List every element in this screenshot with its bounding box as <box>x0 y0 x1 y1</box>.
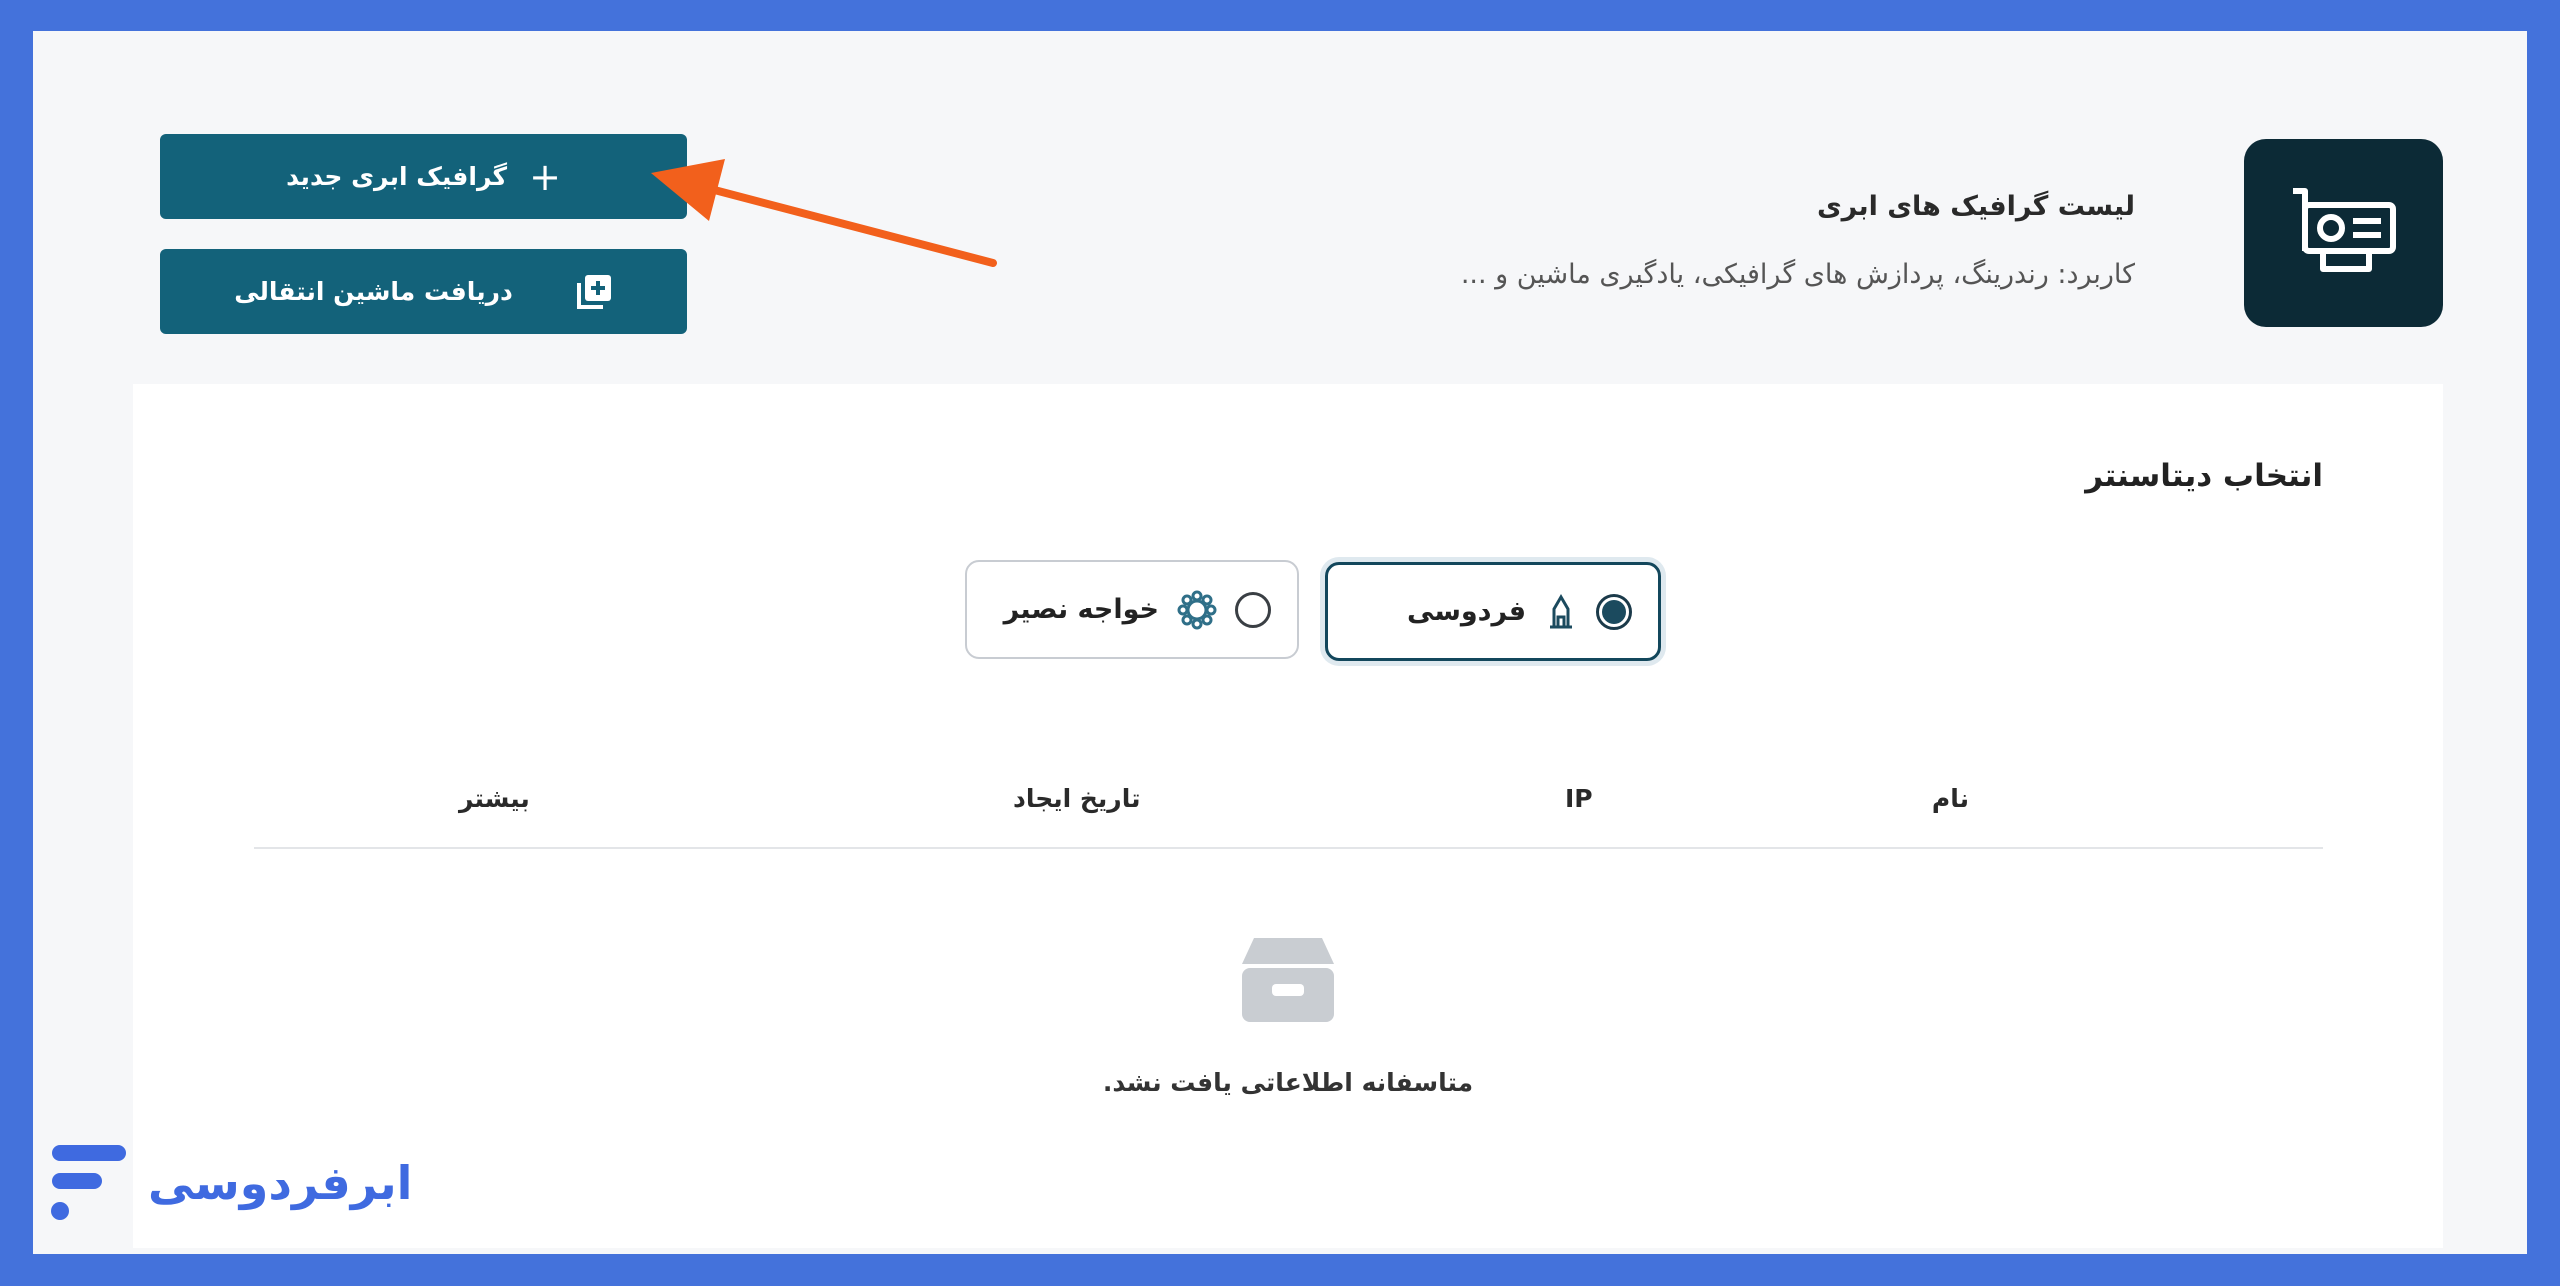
empty-state-message: متاسفانه اطلاعاتی یافت نشد. <box>1102 1068 1474 1097</box>
datacenter-card: انتخاب دیتاسنتر فردوسی خواجه نصیر نام IP… <box>133 384 2443 1248</box>
receive-transfer-vm-label: دریافت ماشین انتقالی <box>234 277 513 306</box>
page-subtitle: کاربرد: رندرینگ، پردازش های گرافیکی، یاد… <box>1460 259 2135 290</box>
datacenter-option-khajeh-nasir[interactable]: خواجه نصیر <box>965 560 1299 659</box>
radio-ferdowsi[interactable] <box>1596 593 1632 630</box>
gpu-card-icon <box>2292 188 2396 272</box>
column-header-name: نام <box>1931 784 1969 813</box>
page-title: لیست گرافیک های ابری <box>1816 191 2135 222</box>
copy-add-icon <box>576 274 611 309</box>
column-header-ip: IP <box>1565 784 1593 813</box>
column-header-created-date: تاریخ ایجاد <box>1013 784 1141 813</box>
ferdowsi-building-icon <box>1550 593 1572 628</box>
brand-logo: ابرفردوسی <box>50 1143 412 1223</box>
plus-icon: + <box>529 154 561 199</box>
datacenter-label-ferdowsi: فردوسی <box>1407 596 1526 627</box>
khajeh-nasir-emblem-icon <box>1177 590 1217 629</box>
empty-box-icon <box>1242 938 1334 1022</box>
column-header-more: بیشتر <box>459 784 530 813</box>
datacenter-option-ferdowsi[interactable]: فردوسی <box>1325 562 1661 661</box>
receive-transfer-vm-button[interactable]: دریافت ماشین انتقالی <box>160 249 687 334</box>
new-cloud-gpu-button[interactable]: + گرافیک ابری جدید <box>160 134 687 219</box>
brand-name: ابرفردوسی <box>148 1156 413 1210</box>
radio-khajeh-nasir[interactable] <box>1235 591 1271 628</box>
datacenter-section-title: انتخاب دیتاسنتر <box>2085 458 2323 494</box>
gpu-card-tile <box>2244 139 2443 327</box>
page-frame: لیست گرافیک های ابری کاربرد: رندرینگ، پر… <box>33 31 2527 1254</box>
datacenter-label-khajeh-nasir: خواجه نصیر <box>1003 594 1159 625</box>
new-cloud-gpu-label: گرافیک ابری جدید <box>286 162 508 191</box>
brand-logo-mark-icon <box>51 1145 126 1220</box>
annotation-arrow <box>651 159 997 267</box>
table-header-divider <box>254 847 2323 849</box>
